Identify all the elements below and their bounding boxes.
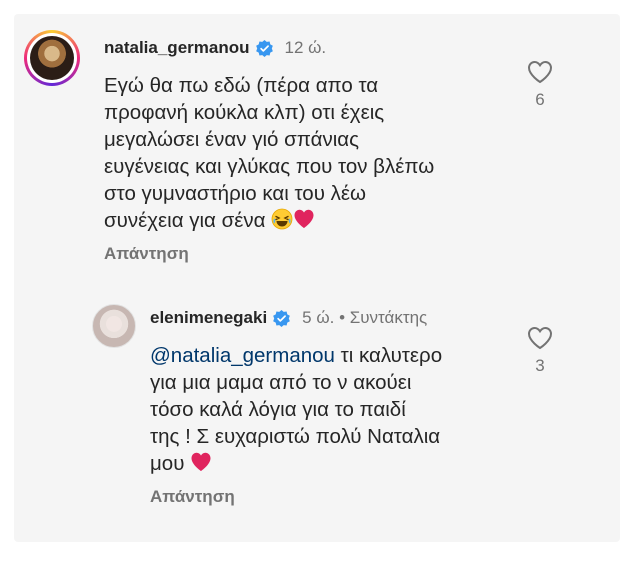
timestamp-author-label: 5 ώ. • Συντάκτης <box>302 308 428 327</box>
verified-badge-icon <box>273 309 291 327</box>
comment-line: μεγαλώσει έναν γιό σπάνιας <box>104 128 360 151</box>
comment-line: της ! Σ ευχαριστώ πολύ Ναταλια <box>150 425 441 448</box>
like-count: 3 <box>535 356 545 375</box>
avatar-eleni[interactable] <box>92 304 136 348</box>
username[interactable]: elenimenegaki <box>150 308 267 328</box>
comment-header: elenimenegaki 5 ώ. • Συντάκτης <box>150 308 427 328</box>
comment-line: Εγώ θα πω εδώ (πέρα απο τα <box>104 74 379 97</box>
comment-line: στο γυμναστήριο και του λέω <box>104 182 367 205</box>
reply-button[interactable]: Απάντηση <box>150 487 235 507</box>
comment-line: προφανή κούκλα κλπ) οτι έχεις <box>104 101 385 124</box>
heart-outline-icon <box>527 60 553 84</box>
heart-outline-icon <box>527 326 553 350</box>
comment-text: Εγώ θα πω εδώ (πέρα απο τα προφανή κούκλ… <box>104 72 434 234</box>
like-count: 6 <box>535 90 545 109</box>
like-button[interactable]: 3 <box>522 326 558 376</box>
username[interactable]: natalia_germanou <box>104 38 250 58</box>
comment-line-text: τι καλυτερο <box>334 344 443 367</box>
verified-badge-icon <box>255 39 273 57</box>
comment-text: @natalia_germanou τι καλυτερο για μια μα… <box>150 342 442 477</box>
like-button[interactable]: 6 <box>522 60 558 110</box>
avatar-natalia[interactable] <box>24 30 80 86</box>
mention-link[interactable]: @natalia_germanou <box>150 344 335 367</box>
comment-line-last: μου <box>150 450 442 477</box>
comment-line-text: συνέχεια για σένα <box>104 209 266 232</box>
red-heart-emoji-icon <box>191 452 211 471</box>
timestamp: 12 ώ. <box>284 38 327 57</box>
comment-header: natalia_germanou 12 ώ. <box>104 38 326 58</box>
red-heart-emoji-icon <box>294 209 314 228</box>
comment-line-last: συνέχεια για σένα <box>104 207 434 234</box>
comment-line: ευγένειας και γλύκας που τον βλέπω <box>104 155 435 178</box>
comment-line-first: @natalia_germanou τι καλυτερο <box>150 342 442 369</box>
laughing-emoji-icon <box>271 208 293 230</box>
comment-line: για μια μαμα από το ν ακούει <box>150 371 412 394</box>
reply-button[interactable]: Απάντηση <box>104 244 189 264</box>
comment-line-text: μου <box>150 452 185 475</box>
comment-line: τόσο καλά λόγια για το παιδί <box>150 398 406 421</box>
